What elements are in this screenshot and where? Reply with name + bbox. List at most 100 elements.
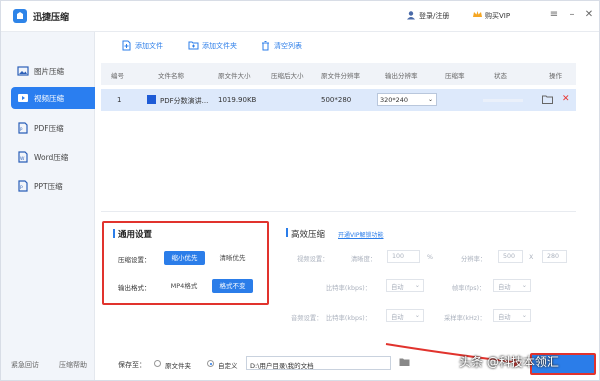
size-priority-button[interactable]: 缩小优先 [164,251,205,265]
col-output-res: 输出分辨率 [385,72,418,80]
word-icon: W [18,151,28,163]
fps-label: 帧率(fps)： [452,285,486,292]
output-resolution-select[interactable]: 320*240 ⌄ [377,93,437,106]
clarity-priority-button[interactable]: 清晰优先 [212,251,253,265]
sidebar-item-label: Word压缩 [34,153,69,162]
col-size: 原文件大小 [218,72,251,80]
audio-bitrate-select[interactable]: 自动 ⌄ [386,309,424,322]
general-settings-panel: 通用设置 压缩设置： 缩小优先 清晰优先 输出格式： MP4格式 格式不变 [102,221,269,305]
row-index: 1 [117,96,122,104]
open-folder-icon[interactable] [542,95,553,104]
mp4-format-button[interactable]: MP4格式 [164,279,204,293]
sidebar: 图片压缩 视频压缩 P PDF压缩 W Word压缩 P PPT压缩 紧急回访 … [1,32,95,380]
resolution-width-input[interactable]: 500 [498,250,523,263]
ppt-icon: P [18,180,28,192]
radio-original-folder[interactable] [154,360,161,367]
buy-vip-link[interactable]: 购买VIP [485,11,510,21]
percent-label: % [427,254,433,261]
video-settings-label: 视频设置： [297,256,329,263]
sidebar-item-ppt[interactable]: P PPT压缩 [1,175,95,197]
watermark: 头条 @科技本领汇 [459,355,559,369]
general-settings-title: 通用设置 [118,230,153,240]
clear-list-button[interactable]: 清空列表 [260,40,320,52]
fps-value: 自动 [498,284,511,291]
sidebar-item-image[interactable]: 图片压缩 [1,60,95,82]
app-logo-icon [13,9,27,23]
add-file-label: 添加文件 [135,42,163,50]
sidebar-item-pdf[interactable]: P PDF压缩 [1,117,95,139]
help-link[interactable]: 压缩帮助 [59,360,87,370]
col-ratio: 压缩率 [445,72,465,80]
close-icon[interactable]: ✕ [583,9,595,21]
delete-icon[interactable]: ✕ [562,94,570,104]
sidebar-item-label: 图片压缩 [34,67,64,76]
file-table-header: 编号 文件名称 原文件大小 压缩后大小 原文件分辨率 输出分辨率 压缩率 状态 … [101,63,576,85]
output-path-input[interactable]: D:\用户目录\我的文档 [246,356,391,370]
vip-unlock-link[interactable]: 开通VIP解锁功能 [338,230,384,239]
sidebar-item-word[interactable]: W Word压缩 [1,146,95,168]
section-accent [113,229,115,238]
emergency-link[interactable]: 紧急回访 [11,360,39,370]
add-file-icon [122,40,131,51]
clarity-input[interactable]: 100 [387,250,420,263]
title-bar: 迅捷压缩 登录/注册 购买VIP ≡ – ✕ [1,1,599,32]
app-title: 迅捷压缩 [33,13,70,23]
list-divider [101,211,576,212]
resolution-x-label: X [529,254,534,261]
sample-rate-select[interactable]: 自动 ⌄ [493,309,531,322]
audio-bitrate-label: 比特率(kbps)： [326,315,372,322]
chevron-down-icon: ⌄ [521,312,527,319]
add-file-button[interactable]: 添加文件 [121,40,181,52]
col-compressed: 压缩后大小 [271,72,304,80]
advanced-title: 高效压缩 [291,230,326,240]
sidebar-item-video[interactable]: 视频压缩 [11,87,95,109]
output-resolution-value: 320*240 [380,96,409,104]
fps-select[interactable]: 自动 ⌄ [493,279,531,292]
add-folder-button[interactable]: 添加文件夹 [188,40,263,52]
output-format-label: 输出格式： [118,284,151,292]
minimize-icon[interactable]: – [566,9,578,21]
radio-custom-folder[interactable] [207,360,214,367]
trash-icon [262,41,269,51]
clarity-value: 100 [392,253,405,260]
audio-bitrate-value: 自动 [391,314,404,321]
sidebar-item-label: PPT压缩 [34,182,63,191]
sidebar-item-label: 视频压缩 [34,94,64,103]
image-icon [17,66,29,76]
app-window: 迅捷压缩 登录/注册 购买VIP ≡ – ✕ 图片压缩 视频压缩 P PDF压缩… [0,0,600,381]
chevron-down-icon: ⌄ [414,312,420,319]
sample-rate-label: 采样率(kHz)： [444,315,486,322]
svg-text:P: P [20,185,23,191]
chevron-down-icon: ⌄ [414,282,420,289]
keep-format-button[interactable]: 格式不变 [212,279,253,293]
original-folder-label: 原文件夹 [165,362,191,370]
bitrate-select[interactable]: 自动 ⌄ [386,279,424,292]
res-height-value: 280 [547,253,560,260]
custom-folder-label: 自定义 [218,362,238,370]
table-row[interactable]: 1 PDF分数演讲... 1019.90KB 500*280 320*240 ⌄… [101,89,576,111]
svg-text:P: P [20,127,23,132]
compress-setting-label: 压缩设置： [118,256,151,264]
bitrate-value: 自动 [391,284,404,291]
sidebar-item-label: PDF压缩 [34,124,64,133]
clear-list-label: 清空列表 [274,42,302,50]
clarity-label: 清晰度： [351,256,377,263]
row-size: 1019.90KB [218,96,257,104]
login-link[interactable]: 登录/注册 [419,11,449,21]
toolbar: 添加文件 添加文件夹 清空列表 [96,32,599,60]
bitrate-label: 比特率(kbps)： [326,285,372,292]
user-icon[interactable] [406,10,416,20]
resolution-height-input[interactable]: 280 [542,250,567,263]
video-file-icon [147,95,156,104]
browse-folder-icon[interactable] [399,357,410,367]
add-folder-icon [188,41,199,50]
col-actions: 操作 [549,72,562,80]
audio-settings-label: 音频设置： [291,315,323,322]
crown-icon[interactable] [472,9,483,20]
resolution-label: 分辨率： [461,256,487,263]
svg-text:W: W [20,156,25,162]
section-accent [286,228,288,237]
menu-icon[interactable]: ≡ [548,9,560,21]
progress-bar [483,99,523,102]
save-to-label: 保存至： [118,361,146,369]
